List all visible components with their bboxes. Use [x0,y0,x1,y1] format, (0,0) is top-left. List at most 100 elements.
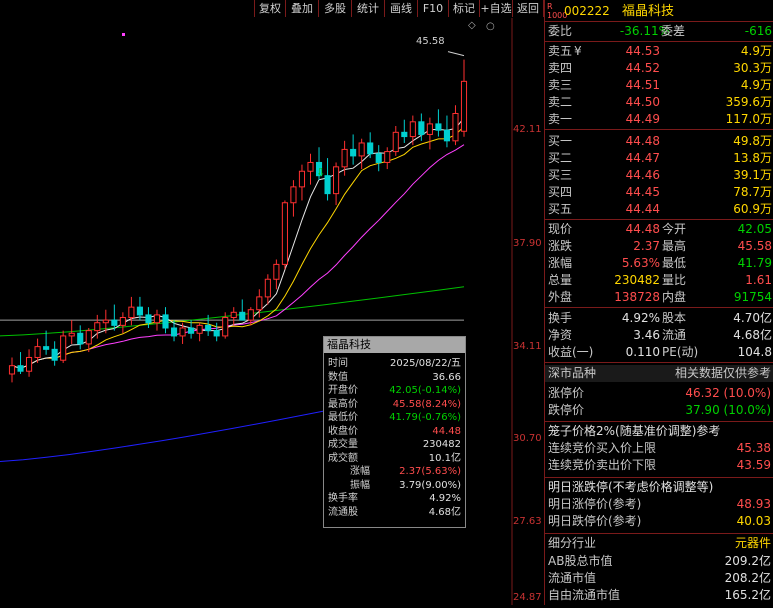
statistics-button[interactable]: 统计 [351,0,384,17]
candle-body [60,335,67,361]
candle-body [222,317,229,337]
tooltip-key: 振幅 [350,479,370,491]
stat-value: 41.79 [737,256,772,270]
cage-buy-row: 连续竞价买入价上限 45.38 [545,440,773,457]
bid-row[interactable]: 买五 44.44 60.9万 [545,201,773,218]
bid-price: 44.45 [625,185,660,199]
industry-label: 细分行业 [548,536,597,550]
market-row: 深市品种 相关数据仅供参考 [545,365,773,382]
bid-volume: 78.7万 [733,185,772,199]
stat-value: 3.46 [633,328,660,342]
mark-button[interactable]: 标记 [448,0,479,17]
stat-label: 现价 [548,222,573,236]
limit-up-value: 46.32 (10.0%) [685,386,771,400]
bid-price: 44.47 [625,151,660,165]
candle-body [128,306,135,319]
tooltip-row: 时间 2025/08/22/五 [324,358,464,370]
bid-volume: 60.9万 [733,202,772,216]
industry-value[interactable]: 元器件 [735,535,771,552]
add-favorite-button[interactable]: +自选 [479,0,512,17]
stat-value: 4.68亿 [733,328,772,342]
free-cap-row: 自由流通市值 165.2亿 [545,587,773,604]
ask-row[interactable]: 卖五 ¥ 44.53 4.9万 [545,43,773,60]
draw-line-button[interactable]: 画线 [384,0,417,17]
ask-row[interactable]: 卖二 44.50 359.6万 [545,94,773,111]
candle-body [94,322,101,332]
stat-label: 总量 [548,273,573,287]
bid-label: 买二 [548,151,573,165]
candle-body [409,121,416,138]
candle-body [196,324,203,334]
info-icon[interactable]: ○ [486,21,495,32]
tooltip-row: 数值 36.66 [324,372,464,384]
tooltip-key: 数值 [328,371,348,383]
candle-body [350,148,357,157]
bid-row[interactable]: 买一 44.48 49.8万 [545,133,773,150]
cage-sell-value: 43.59 [736,458,771,472]
f10-button[interactable]: F10 [417,0,448,17]
tooltip-value: 2025/08/22/五 [389,358,461,369]
candle-body [333,166,340,195]
tooltip-key: 时间 [328,358,348,369]
stat-value: 45.58 [737,239,772,253]
price-axis-label: 42.11 [513,124,542,135]
bid-row[interactable]: 买二 44.47 13.8万 [545,150,773,167]
candle-body [392,131,399,153]
fuquan-button[interactable]: 复权 [254,0,285,17]
diamond-icon[interactable]: ◇ [468,20,476,31]
float-cap-row: 流通市值 208.2亿 [545,570,773,587]
back-button[interactable]: 返回 [512,0,544,17]
tooltip-value: 36.66 [432,371,461,383]
stat-row: 净资 3.46 流通 4.68亿 [545,327,773,344]
bid-row[interactable]: 买三 44.46 39.1万 [545,167,773,184]
candle-body [162,314,169,329]
limit-down-row: 跌停价 37.90 (10.0%) [545,402,773,419]
tooltip-row: 换手率 4.92% [324,493,464,505]
ask-row[interactable]: 卖一 44.49 117.0万 [545,111,773,128]
industry-row: 细分行业 元器件 [545,535,773,552]
stat-value: 91754 [733,290,772,304]
stat-row: 涨幅 5.63% 最低 41.79 [545,255,773,272]
tomorrow-down-row: 明日跌停价(参考) 40.03 [545,513,773,530]
stat-value: 1.61 [745,273,772,287]
tomorrow-up-row: 明日涨停价(参考) 48.93 [545,496,773,513]
tooltip-row: 成交量 230482 [324,439,464,451]
multi-stock-button[interactable]: 多股 [318,0,351,17]
stat-value: 4.70亿 [733,311,772,325]
tomorrow-title-text: 明日涨跌停(不考虑价格调整等) [548,480,714,494]
chart-toolbar: 复权 叠加 多股 统计 画线 F10 标记 +自选 返回 [0,0,544,18]
bid-row[interactable]: 买四 44.45 78.7万 [545,184,773,201]
candle-body [230,311,237,319]
limit-down-label: 跌停价 [548,403,585,417]
ask-label: 卖三 [548,78,573,92]
candle-body [401,131,408,138]
stat-value: 44.48 [625,222,660,236]
tooltip-key: 开盘价 [328,385,358,396]
tomorrow-down-label: 明日跌停价(参考) [548,514,642,528]
bid-label: 买三 [548,168,573,182]
ask-row[interactable]: 卖四 44.52 30.3万 [545,60,773,77]
candle-body [443,129,451,142]
candle-body [85,330,92,345]
candle-body [375,153,382,163]
candle-body [298,170,306,188]
overlay-button[interactable]: 叠加 [285,0,318,17]
stat-label: 流通 [662,328,687,342]
cage-buy-value: 45.38 [736,441,771,455]
tooltip-key: 流通股 [328,506,358,518]
bid-volume: 13.8万 [733,151,772,165]
candle-body [341,148,348,168]
tooltip-key: 涨幅 [350,466,370,477]
candle-body [179,327,186,337]
kline-tooltip: 福晶科技 时间 2025/08/22/五 数值 36.66 开盘价 42.05(-0… [323,336,466,528]
ask-label: 卖四 [548,61,573,75]
stat-label: 涨幅 [548,256,573,270]
stat-row: 收益(一) 0.110 PE(动) 104.8 [545,344,773,361]
ask-row[interactable]: 卖三 44.51 4.9万 [545,77,773,94]
ab-cap-row: AB股总市值 209.2亿 [545,553,773,570]
bid-volume: 39.1万 [733,168,772,182]
candle-body [119,317,126,326]
tomorrow-down-value: 40.03 [736,514,771,528]
cage-buy-label: 连续竞价买入价上限 [548,441,657,455]
candle-body [264,278,271,298]
